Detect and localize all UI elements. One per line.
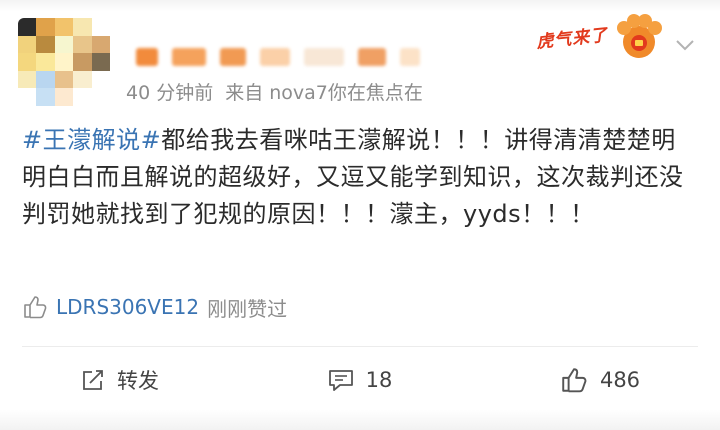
post-meta: 40 分钟前 来自 nova7你在焦点在 bbox=[126, 78, 423, 105]
event-badge[interactable]: 虎气来了 bbox=[535, 8, 666, 64]
badge-text: 虎气来了 bbox=[535, 25, 610, 53]
hashtag-link[interactable]: #王濛解说# bbox=[22, 126, 161, 154]
like-text: 刚刚赞过 bbox=[207, 296, 288, 321]
divider bbox=[22, 346, 698, 347]
comment-icon bbox=[328, 370, 353, 391]
username-blurred[interactable] bbox=[136, 46, 466, 68]
post-source[interactable]: 来自 nova7你在焦点在 bbox=[225, 82, 423, 104]
recent-like: LDRS306VE12 刚刚赞过 bbox=[22, 292, 287, 322]
like-button[interactable]: 486 bbox=[480, 358, 720, 402]
repost-icon bbox=[83, 370, 103, 390]
comment-count: 18 bbox=[365, 368, 393, 392]
like-icon bbox=[562, 368, 587, 393]
action-bar: 转发 18 486 bbox=[0, 358, 720, 402]
repost-label: 转发 bbox=[117, 369, 159, 393]
like-count: 486 bbox=[599, 368, 641, 392]
chevron-down-icon[interactable] bbox=[674, 34, 696, 56]
post-time: 40 分钟前 bbox=[126, 82, 214, 104]
weibo-post-card: 40 分钟前 来自 nova7你在焦点在 虎气来了 #王濛解说#都给我去看咪咕王濛… bbox=[0, 0, 720, 430]
repost-button[interactable]: 转发 bbox=[0, 358, 240, 402]
like-user-link[interactable]: LDRS306VE12 bbox=[56, 295, 199, 319]
thumbs-up-icon bbox=[24, 296, 47, 319]
comment-button[interactable]: 18 bbox=[240, 358, 480, 402]
bottom-edge bbox=[0, 410, 720, 430]
paw-badge-icon bbox=[617, 14, 662, 58]
post-body: #王濛解说#都给我去看咪咕王濛解说！！！讲得清清楚楚明明白白而且解说的超级好，又… bbox=[22, 122, 692, 233]
avatar[interactable] bbox=[18, 18, 110, 106]
